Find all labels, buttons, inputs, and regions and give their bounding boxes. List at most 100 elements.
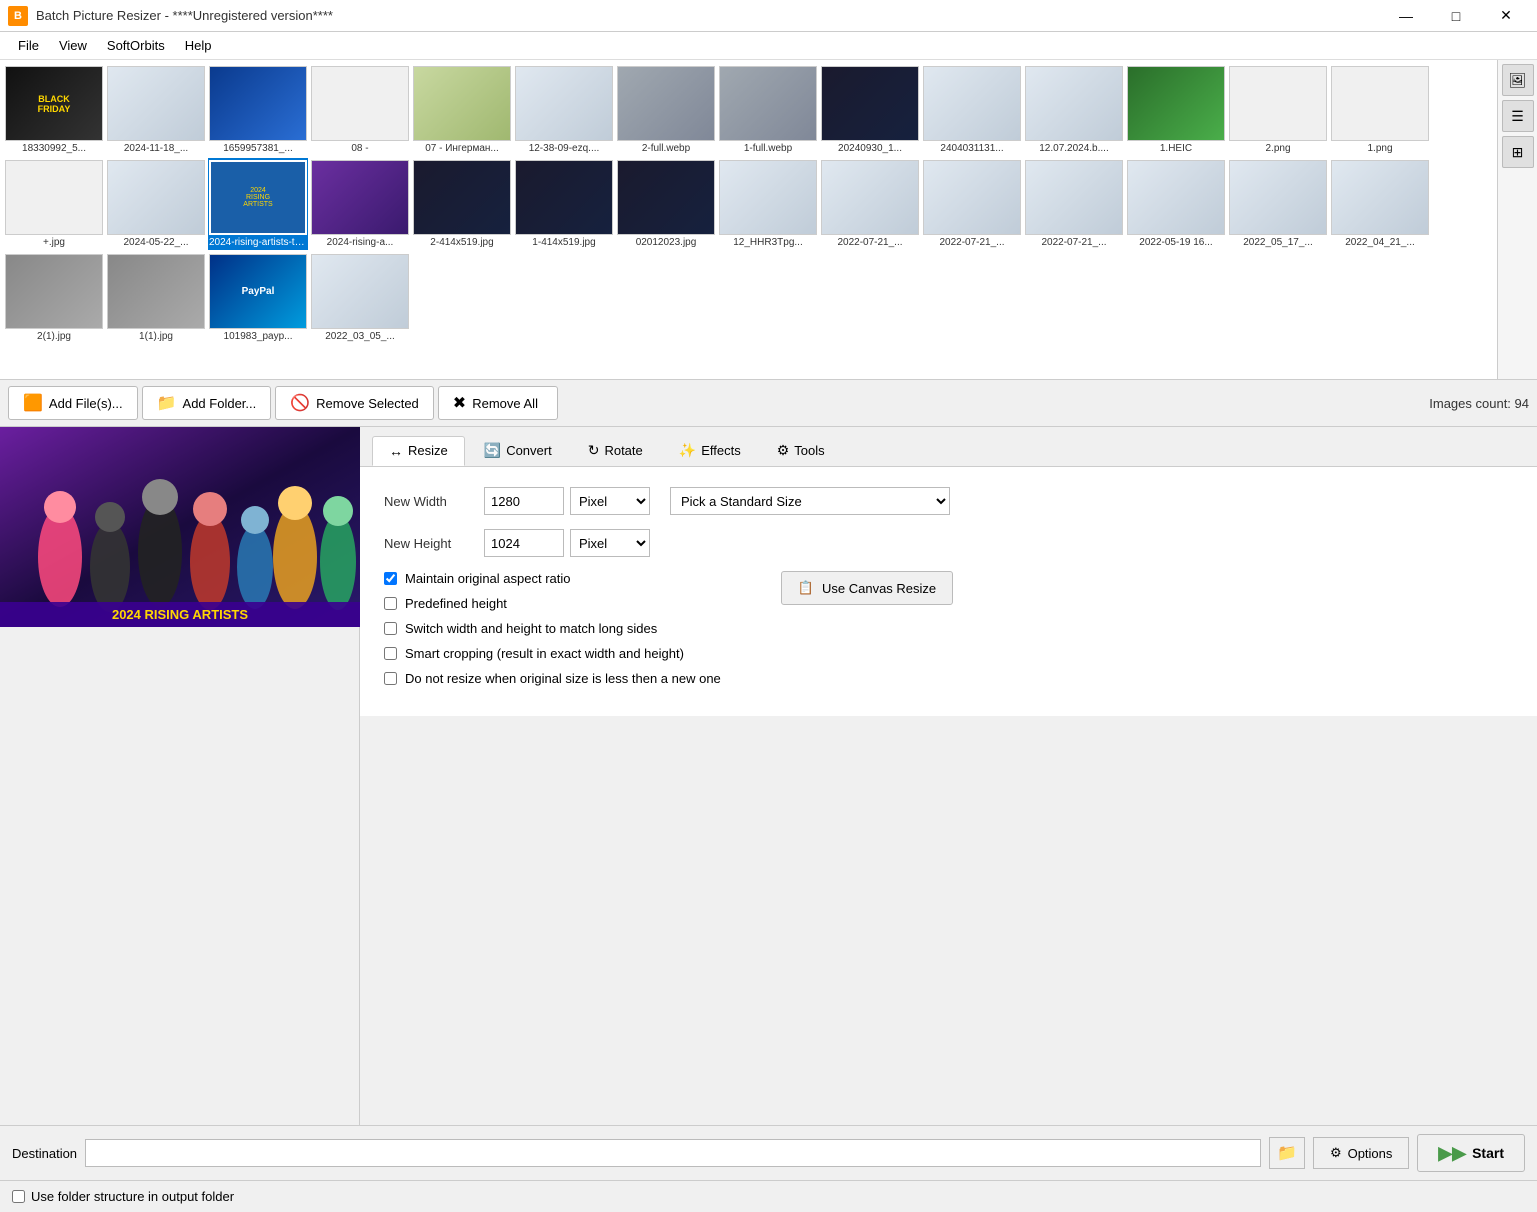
image-cell[interactable]: 1.png xyxy=(1330,64,1430,156)
tab-convert[interactable]: 🔄 Convert xyxy=(467,435,569,466)
image-area: BLACKFRIDAY18330992_5...2024-11-18_...16… xyxy=(0,60,1537,380)
image-cell[interactable]: 2022_04_21_... xyxy=(1330,158,1430,250)
image-cell[interactable]: 2404031131... xyxy=(922,64,1022,156)
maintain-aspect-checkbox[interactable] xyxy=(384,572,397,585)
image-cell[interactable]: 2022-05-19 16... xyxy=(1126,158,1226,250)
menu-softorbits[interactable]: SoftOrbits xyxy=(97,34,175,57)
image-cell[interactable]: 2024-rising-a... xyxy=(310,158,410,250)
predefined-height-label[interactable]: Predefined height xyxy=(405,596,507,611)
maximize-button[interactable]: □ xyxy=(1433,0,1479,32)
folder-structure-checkbox[interactable] xyxy=(12,1190,25,1203)
image-cell[interactable]: 2022_05_17_... xyxy=(1228,158,1328,250)
image-thumbnail xyxy=(821,66,919,141)
image-cell[interactable]: 02012023.jpg xyxy=(616,158,716,250)
convert-tab-icon: 🔄 xyxy=(484,442,501,459)
minimize-button[interactable]: — xyxy=(1383,0,1429,32)
image-cell[interactable]: 2024-05-22_... xyxy=(106,158,206,250)
tab-tools[interactable]: ⚙ Tools xyxy=(760,435,842,466)
menu-file[interactable]: File xyxy=(8,34,49,57)
width-row: New Width Pixel Percent cm inch Pick a S… xyxy=(384,487,1513,515)
image-label: 2404031131... xyxy=(923,143,1021,154)
image-cell[interactable]: 2(1).jpg xyxy=(4,252,104,344)
image-thumbnail xyxy=(1229,160,1327,235)
image-label: 1.png xyxy=(1331,143,1429,154)
maintain-aspect-label[interactable]: Maintain original aspect ratio xyxy=(405,571,570,586)
canvas-btn-area: 📋 Use Canvas Resize xyxy=(761,571,953,605)
effects-tab-icon: ✨ xyxy=(679,442,696,459)
add-files-button[interactable]: 🟧 Add File(s)... xyxy=(8,386,138,420)
effects-tab-label: Effects xyxy=(701,443,741,458)
image-cell[interactable]: 2022-07-21_... xyxy=(1024,158,1124,250)
image-cell[interactable]: 2022_03_05_... xyxy=(310,252,410,344)
new-width-input[interactable] xyxy=(484,487,564,515)
smart-cropping-label[interactable]: Smart cropping (result in exact width an… xyxy=(405,646,684,661)
folder-structure-label[interactable]: Use folder structure in output folder xyxy=(31,1189,234,1204)
image-thumbnail xyxy=(311,66,409,141)
image-cell[interactable]: 2024-11-18_... xyxy=(106,64,206,156)
image-thumbnail xyxy=(1127,66,1225,141)
add-folder-button[interactable]: 📁 Add Folder... xyxy=(142,386,272,420)
image-cell[interactable]: 2-414x519.jpg xyxy=(412,158,512,250)
image-cell[interactable]: 2-full.webp xyxy=(616,64,716,156)
image-cell[interactable]: +.jpg xyxy=(4,158,104,250)
image-cell[interactable]: 12.07.2024.b.... xyxy=(1024,64,1124,156)
canvas-resize-button[interactable]: 📋 Use Canvas Resize xyxy=(781,571,953,605)
image-cell[interactable]: 07 - Ингерман... xyxy=(412,64,512,156)
image-cell[interactable]: 20240930_1... xyxy=(820,64,920,156)
switch-dimensions-label[interactable]: Switch width and height to match long si… xyxy=(405,621,657,636)
image-cell[interactable]: 1-full.webp xyxy=(718,64,818,156)
options-button[interactable]: ⚙ Options xyxy=(1313,1137,1409,1169)
new-height-input[interactable] xyxy=(484,529,564,557)
start-button[interactable]: ▶▶ Start xyxy=(1417,1134,1525,1172)
resize-panel: New Width Pixel Percent cm inch Pick a S… xyxy=(360,467,1537,716)
image-cell[interactable]: 2022-07-21_... xyxy=(820,158,920,250)
image-cell[interactable]: 12-38-09-ezq.... xyxy=(514,64,614,156)
resize-tab-label: Resize xyxy=(408,443,448,458)
sidebar-grid-btn[interactable]: ⊞ xyxy=(1502,136,1534,168)
image-cell[interactable]: 1-414x519.jpg xyxy=(514,158,614,250)
image-cell[interactable]: 1.HEIC xyxy=(1126,64,1226,156)
no-resize-checkbox[interactable] xyxy=(384,672,397,685)
image-cell[interactable]: PayPal101983_payp... xyxy=(208,252,308,344)
tab-effects[interactable]: ✨ Effects xyxy=(662,435,758,466)
gear-icon: ⚙ xyxy=(1330,1145,1342,1161)
switch-dimensions-checkbox[interactable] xyxy=(384,622,397,635)
image-label: 1-full.webp xyxy=(719,143,817,154)
image-cell[interactable]: 08 - xyxy=(310,64,410,156)
image-label: 1.HEIC xyxy=(1127,143,1225,154)
tab-resize[interactable]: ↔ Resize xyxy=(372,436,465,466)
preview-image: 2024 RISING ARTISTS xyxy=(0,427,360,627)
sidebar-images-btn[interactable]: 🖼 xyxy=(1502,64,1534,96)
image-thumbnail xyxy=(1229,66,1327,141)
image-label: 1659957381_... xyxy=(209,143,307,154)
image-cell[interactable]: 1659957381_... xyxy=(208,64,308,156)
image-label: 12.07.2024.b.... xyxy=(1025,143,1123,154)
sidebar-list-btn[interactable]: ☰ xyxy=(1502,100,1534,132)
close-button[interactable]: ✕ xyxy=(1483,0,1529,32)
menu-view[interactable]: View xyxy=(49,34,97,57)
tab-rotate[interactable]: ↻ Rotate xyxy=(571,435,660,466)
remove-selected-label: Remove Selected xyxy=(316,396,419,411)
image-cell[interactable]: 2022-07-21_... xyxy=(922,158,1022,250)
preview-svg: 2024 RISING ARTISTS xyxy=(0,427,360,627)
image-cell[interactable]: BLACKFRIDAY18330992_5... xyxy=(4,64,104,156)
image-cell[interactable]: 2024RISINGARTISTS2024-rising-artists-to-… xyxy=(208,158,308,250)
remove-selected-button[interactable]: 🚫 Remove Selected xyxy=(275,386,434,420)
no-resize-label[interactable]: Do not resize when original size is less… xyxy=(405,671,721,686)
predefined-height-checkbox[interactable] xyxy=(384,597,397,610)
destination-input[interactable] xyxy=(85,1139,1261,1167)
add-folder-icon: 📁 xyxy=(157,393,177,413)
image-cell[interactable]: 1(1).jpg xyxy=(106,252,206,344)
height-unit-select[interactable]: Pixel Percent cm inch xyxy=(570,529,650,557)
smart-cropping-checkbox[interactable] xyxy=(384,647,397,660)
destination-browse-button[interactable]: 📁 xyxy=(1269,1137,1305,1169)
image-cell[interactable]: 2.png xyxy=(1228,64,1328,156)
left-preview: 2024 RISING ARTISTS xyxy=(0,427,360,1125)
tabs: ↔ Resize 🔄 Convert ↻ Rotate ✨ Effects ⚙ xyxy=(360,427,1537,467)
remove-all-button[interactable]: ✖ Remove All xyxy=(438,386,558,420)
standard-size-select[interactable]: Pick a Standard Size 800x600 1024x768 19… xyxy=(670,487,950,515)
image-cell[interactable]: 12_HHR3Tpg... xyxy=(718,158,818,250)
menu-help[interactable]: Help xyxy=(175,34,222,57)
width-unit-select[interactable]: Pixel Percent cm inch xyxy=(570,487,650,515)
titlebar: B Batch Picture Resizer - ****Unregister… xyxy=(0,0,1537,32)
